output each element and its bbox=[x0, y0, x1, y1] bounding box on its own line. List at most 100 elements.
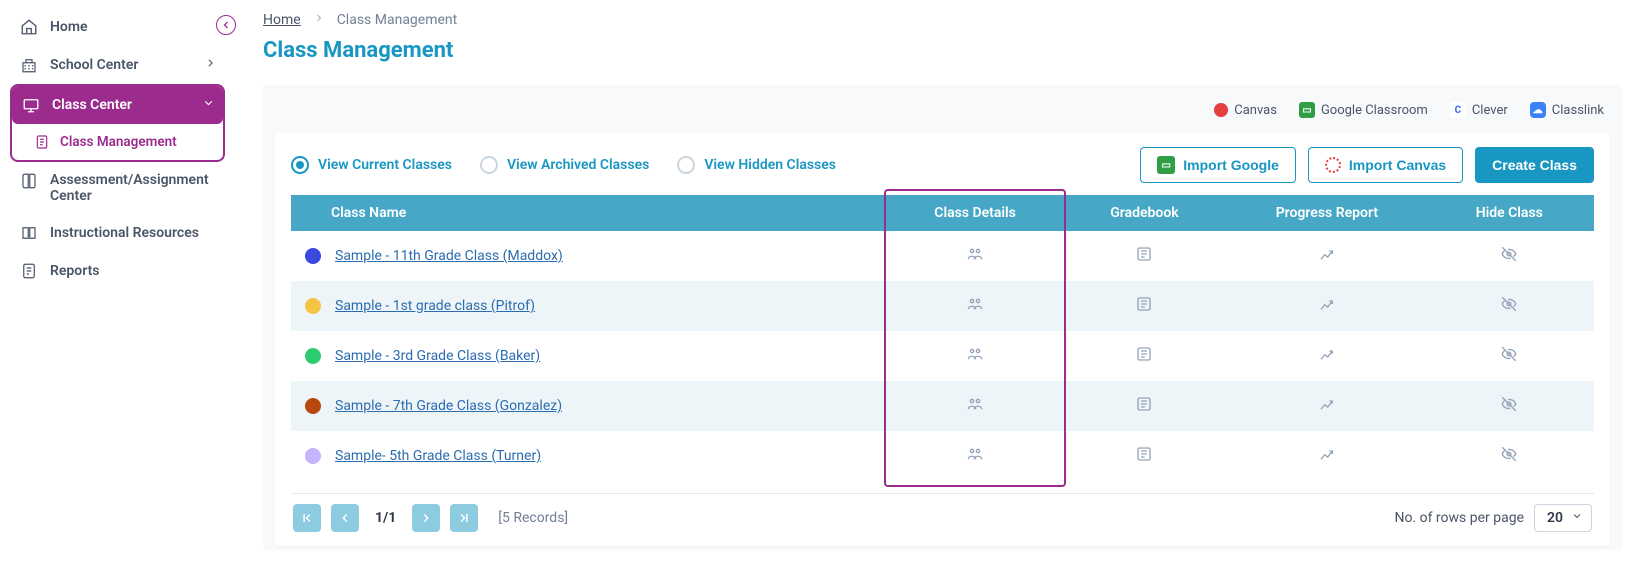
radio-icon bbox=[291, 156, 309, 174]
sidebar-item-school-center[interactable]: School Center bbox=[10, 46, 225, 84]
filter-label: View Current Classes bbox=[318, 157, 452, 173]
pager-page-info: 1/1 bbox=[369, 510, 402, 526]
class-name-link[interactable]: Sample- 5th Grade Class (Turner) bbox=[335, 448, 541, 464]
progress-report-icon[interactable] bbox=[1318, 345, 1336, 363]
class-icon bbox=[22, 96, 40, 114]
gradebook-icon[interactable] bbox=[1135, 295, 1153, 313]
hide-class-icon[interactable] bbox=[1500, 245, 1518, 263]
content-card: Canvas ▭ Google Classroom C Clever ☁ Cla… bbox=[263, 85, 1622, 550]
chevron-down-icon bbox=[1571, 510, 1583, 526]
class-details-icon[interactable] bbox=[966, 295, 984, 313]
class-details-icon[interactable] bbox=[966, 345, 984, 363]
col-class-details[interactable]: Class Details bbox=[890, 195, 1059, 231]
class-details-icon[interactable] bbox=[966, 245, 984, 263]
class-details-icon[interactable] bbox=[966, 395, 984, 413]
class-details-icon[interactable] bbox=[966, 445, 984, 463]
breadcrumb-current: Class Management bbox=[337, 12, 458, 28]
rows-per-page-value: 20 bbox=[1547, 510, 1563, 526]
doc-icon bbox=[34, 134, 50, 150]
class-name-link[interactable]: Sample - 11th Grade Class (Maddox) bbox=[335, 248, 563, 264]
class-name-link[interactable]: Sample - 3rd Grade Class (Baker) bbox=[335, 348, 540, 364]
main-content: Home Class Management Class Management C… bbox=[235, 0, 1642, 574]
integration-label: Clever bbox=[1472, 103, 1508, 118]
col-hide-class[interactable]: Hide Class bbox=[1425, 195, 1594, 231]
hide-class-icon[interactable] bbox=[1500, 445, 1518, 463]
sidebar-sub-class-management[interactable]: Class Management bbox=[12, 124, 223, 160]
progress-report-icon[interactable] bbox=[1318, 445, 1336, 463]
home-icon bbox=[20, 18, 38, 36]
gradebook-icon[interactable] bbox=[1135, 445, 1153, 463]
filter-archived-classes[interactable]: View Archived Classes bbox=[480, 156, 649, 174]
col-progress-report[interactable]: Progress Report bbox=[1229, 195, 1424, 231]
pager-next-button[interactable] bbox=[412, 504, 440, 532]
col-gradebook[interactable]: Gradebook bbox=[1060, 195, 1229, 231]
reports-icon bbox=[20, 262, 38, 280]
integration-clever[interactable]: C Clever bbox=[1450, 102, 1508, 118]
class-name-link[interactable]: Sample - 7th Grade Class (Gonzalez) bbox=[335, 398, 562, 414]
sidebar-item-label: Assessment/Assignment Center bbox=[50, 172, 200, 204]
sidebar-item-label: Reports bbox=[50, 263, 100, 279]
progress-report-icon[interactable] bbox=[1318, 245, 1336, 263]
create-class-button[interactable]: Create Class bbox=[1475, 147, 1594, 183]
class-color-swatch bbox=[305, 298, 321, 314]
progress-report-icon[interactable] bbox=[1318, 295, 1336, 313]
sidebar-item-instructional-resources[interactable]: Instructional Resources bbox=[10, 214, 225, 252]
integration-canvas[interactable]: Canvas bbox=[1214, 103, 1277, 118]
col-class-name[interactable]: Class Name bbox=[291, 195, 890, 231]
filter-hidden-classes[interactable]: View Hidden Classes bbox=[677, 156, 836, 174]
google-classroom-icon: ▭ bbox=[1299, 102, 1315, 118]
breadcrumb: Home Class Management bbox=[263, 12, 1622, 32]
table-row: Sample - 11th Grade Class (Maddox) bbox=[291, 231, 1594, 281]
rows-per-page-label: No. of rows per page bbox=[1394, 510, 1524, 526]
sidebar: Home School Center Class Center bbox=[0, 0, 235, 574]
clever-icon: C bbox=[1450, 102, 1466, 118]
integration-google-classroom[interactable]: ▭ Google Classroom bbox=[1299, 102, 1428, 118]
radio-icon bbox=[480, 156, 498, 174]
class-table: Class Name Class Details Gradebook Progr… bbox=[291, 195, 1594, 481]
integration-label: Canvas bbox=[1234, 103, 1277, 118]
page-title: Class Management bbox=[263, 38, 1622, 63]
panel-actions: ▭ Import Google Import Canvas Create Cla… bbox=[1140, 147, 1594, 183]
pager-last-button[interactable] bbox=[450, 504, 478, 532]
class-name-link[interactable]: Sample - 1st grade class (Pitrof) bbox=[335, 298, 535, 314]
button-label: Create Class bbox=[1492, 157, 1577, 173]
hide-class-icon[interactable] bbox=[1500, 345, 1518, 363]
class-color-swatch bbox=[305, 348, 321, 364]
filter-label: View Archived Classes bbox=[507, 157, 649, 173]
sidebar-item-label: School Center bbox=[50, 57, 138, 73]
integrations-bar: Canvas ▭ Google Classroom C Clever ☁ Cla… bbox=[275, 97, 1610, 123]
sidebar-nav: Home School Center Class Center bbox=[0, 8, 235, 290]
table-header-row: Class Name Class Details Gradebook Progr… bbox=[291, 195, 1594, 231]
breadcrumb-home[interactable]: Home bbox=[263, 12, 301, 28]
filter-label: View Hidden Classes bbox=[704, 157, 836, 173]
hide-class-icon[interactable] bbox=[1500, 295, 1518, 313]
table-row: Sample - 3rd Grade Class (Baker) bbox=[291, 331, 1594, 381]
table-row: Sample- 5th Grade Class (Turner) bbox=[291, 431, 1594, 481]
import-google-button[interactable]: ▭ Import Google bbox=[1140, 147, 1296, 183]
gradebook-icon[interactable] bbox=[1135, 345, 1153, 363]
class-panel: View Current Classes View Archived Class… bbox=[275, 133, 1610, 546]
sidebar-item-reports[interactable]: Reports bbox=[10, 252, 225, 290]
sidebar-item-class-center[interactable]: Class Center bbox=[12, 86, 223, 124]
integration-classlink[interactable]: ☁ Classlink bbox=[1530, 102, 1604, 118]
table-footer: 1/1 [5 Records] No. of rows per page 20 bbox=[291, 504, 1594, 532]
class-color-swatch bbox=[305, 248, 321, 264]
gradebook-icon[interactable] bbox=[1135, 245, 1153, 263]
sidebar-item-label: Instructional Resources bbox=[50, 225, 199, 241]
pager-prev-button[interactable] bbox=[331, 504, 359, 532]
integration-label: Classlink bbox=[1552, 103, 1604, 118]
rows-per-page-select[interactable]: 20 bbox=[1534, 504, 1592, 532]
progress-report-icon[interactable] bbox=[1318, 395, 1336, 413]
filter-current-classes[interactable]: View Current Classes bbox=[291, 156, 452, 174]
pager-record-count: [5 Records] bbox=[498, 510, 568, 526]
gradebook-icon[interactable] bbox=[1135, 395, 1153, 413]
class-color-swatch bbox=[305, 398, 321, 414]
import-canvas-button[interactable]: Import Canvas bbox=[1308, 147, 1463, 183]
sidebar-item-assessment-center[interactable]: Assessment/Assignment Center bbox=[10, 162, 225, 214]
pager-first-button[interactable] bbox=[293, 504, 321, 532]
hide-class-icon[interactable] bbox=[1500, 395, 1518, 413]
sidebar-collapse-button[interactable] bbox=[216, 15, 236, 35]
resources-icon bbox=[20, 224, 38, 242]
button-label: Import Canvas bbox=[1349, 157, 1446, 173]
sidebar-item-home[interactable]: Home bbox=[10, 8, 225, 46]
